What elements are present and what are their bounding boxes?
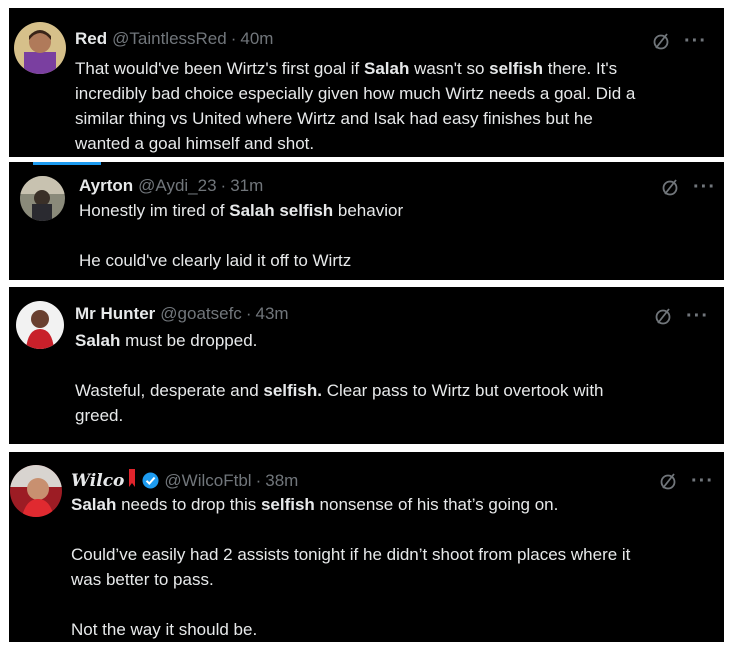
avatar[interactable] bbox=[10, 465, 62, 517]
tweet-actions: ··· bbox=[661, 177, 716, 197]
author-handle[interactable]: @goatsefc bbox=[160, 304, 242, 324]
avatar-image bbox=[14, 22, 66, 74]
tweet-line: That would've been Wirtz's first goal if… bbox=[75, 59, 618, 78]
avatar[interactable] bbox=[20, 176, 65, 221]
author-handle[interactable]: @WilcoFtbl bbox=[164, 471, 251, 491]
author-name[interactable]: Wilco bbox=[71, 471, 124, 491]
more-options-icon[interactable]: ··· bbox=[691, 471, 714, 491]
tweet-actions: ··· bbox=[654, 306, 709, 326]
tweet-line: Could’ve easily had 2 assists tonight if… bbox=[71, 545, 631, 564]
more-options-icon[interactable]: ··· bbox=[684, 31, 707, 51]
tweet-line: similar thing vs United where Wirtz and … bbox=[75, 109, 593, 128]
tab-indicator bbox=[33, 162, 101, 165]
tweet-actions: ··· bbox=[652, 31, 707, 51]
grok-slash-icon[interactable] bbox=[652, 32, 670, 50]
avatar[interactable] bbox=[16, 301, 64, 349]
tweet-header: Wilco @WilcoFtbl · 38m bbox=[71, 469, 298, 492]
tweet-card-4[interactable]: Wilco @WilcoFtbl · 38m ··· Salah needs t… bbox=[9, 452, 724, 642]
separator: · bbox=[255, 470, 262, 490]
tweet-line: Salah needs to drop this selfish nonsens… bbox=[71, 495, 559, 514]
author-handle[interactable]: @Aydi_23 bbox=[138, 176, 216, 196]
tweet-header: Ayrton @Aydi_23 · 31m bbox=[79, 176, 263, 196]
tweet-actions: ··· bbox=[659, 471, 714, 491]
tweet-line: greed. bbox=[75, 406, 124, 425]
separator: · bbox=[230, 29, 237, 48]
author-handle[interactable]: @TaintlessRed bbox=[112, 29, 227, 49]
tweet-line: He could've clearly laid it off to Wirtz bbox=[79, 251, 352, 270]
tweet-card-3[interactable]: Mr Hunter @goatsefc · 43m ··· Salah must… bbox=[9, 287, 724, 444]
tweet-text: Honestly im tired of Salah selfish behav… bbox=[79, 198, 709, 273]
tweet-header: Red @TaintlessRed · 40m bbox=[75, 29, 273, 49]
tweet-card-1[interactable]: Red @TaintlessRed · 40m ··· That would'v… bbox=[9, 8, 724, 157]
tweet-text: Salah needs to drop this selfish nonsens… bbox=[71, 492, 716, 642]
tweet-line: Salah must be dropped. bbox=[75, 331, 258, 350]
verified-badge-icon bbox=[142, 472, 159, 489]
tweet-card-2[interactable]: Ayrton @Aydi_23 · 31m ··· Honestly im ti… bbox=[9, 162, 724, 280]
more-options-icon[interactable]: ··· bbox=[686, 306, 709, 326]
grok-slash-icon[interactable] bbox=[654, 307, 672, 325]
tweet-line: was better to pass. bbox=[71, 570, 214, 589]
timestamp[interactable]: 31m bbox=[230, 176, 263, 196]
tweet-text: That would've been Wirtz's first goal if… bbox=[75, 56, 715, 156]
tweet-header: Mr Hunter @goatsefc · 43m bbox=[75, 304, 289, 324]
tweet-line: wanted a goal himself and shot. bbox=[75, 134, 315, 153]
avatar[interactable] bbox=[14, 22, 66, 74]
tweet-line: incredibly bad choice especially given h… bbox=[75, 84, 636, 103]
timestamp[interactable]: 43m bbox=[255, 304, 288, 324]
red-card-icon bbox=[127, 469, 137, 492]
avatar-image bbox=[10, 465, 62, 517]
tweet-line: Not the way it should be. bbox=[71, 620, 258, 639]
separator: · bbox=[245, 304, 252, 323]
timestamp[interactable]: 38m bbox=[265, 471, 298, 491]
tweet-text: Salah must be dropped. Wasteful, despera… bbox=[75, 328, 715, 428]
grok-slash-icon[interactable] bbox=[661, 178, 679, 196]
grok-slash-icon[interactable] bbox=[659, 472, 677, 490]
author-name[interactable]: Mr Hunter bbox=[75, 304, 155, 324]
tweet-line: Wasteful, desperate and selfish. Clear p… bbox=[75, 381, 604, 400]
avatar-image bbox=[20, 176, 65, 221]
more-options-icon[interactable]: ··· bbox=[693, 177, 716, 197]
avatar-image bbox=[16, 301, 64, 349]
tweet-line: Honestly im tired of Salah selfish behav… bbox=[79, 201, 404, 220]
timestamp[interactable]: 40m bbox=[240, 29, 273, 49]
author-name[interactable]: Red bbox=[75, 29, 107, 49]
author-name[interactable]: Ayrton bbox=[79, 176, 133, 196]
separator: · bbox=[220, 176, 227, 195]
